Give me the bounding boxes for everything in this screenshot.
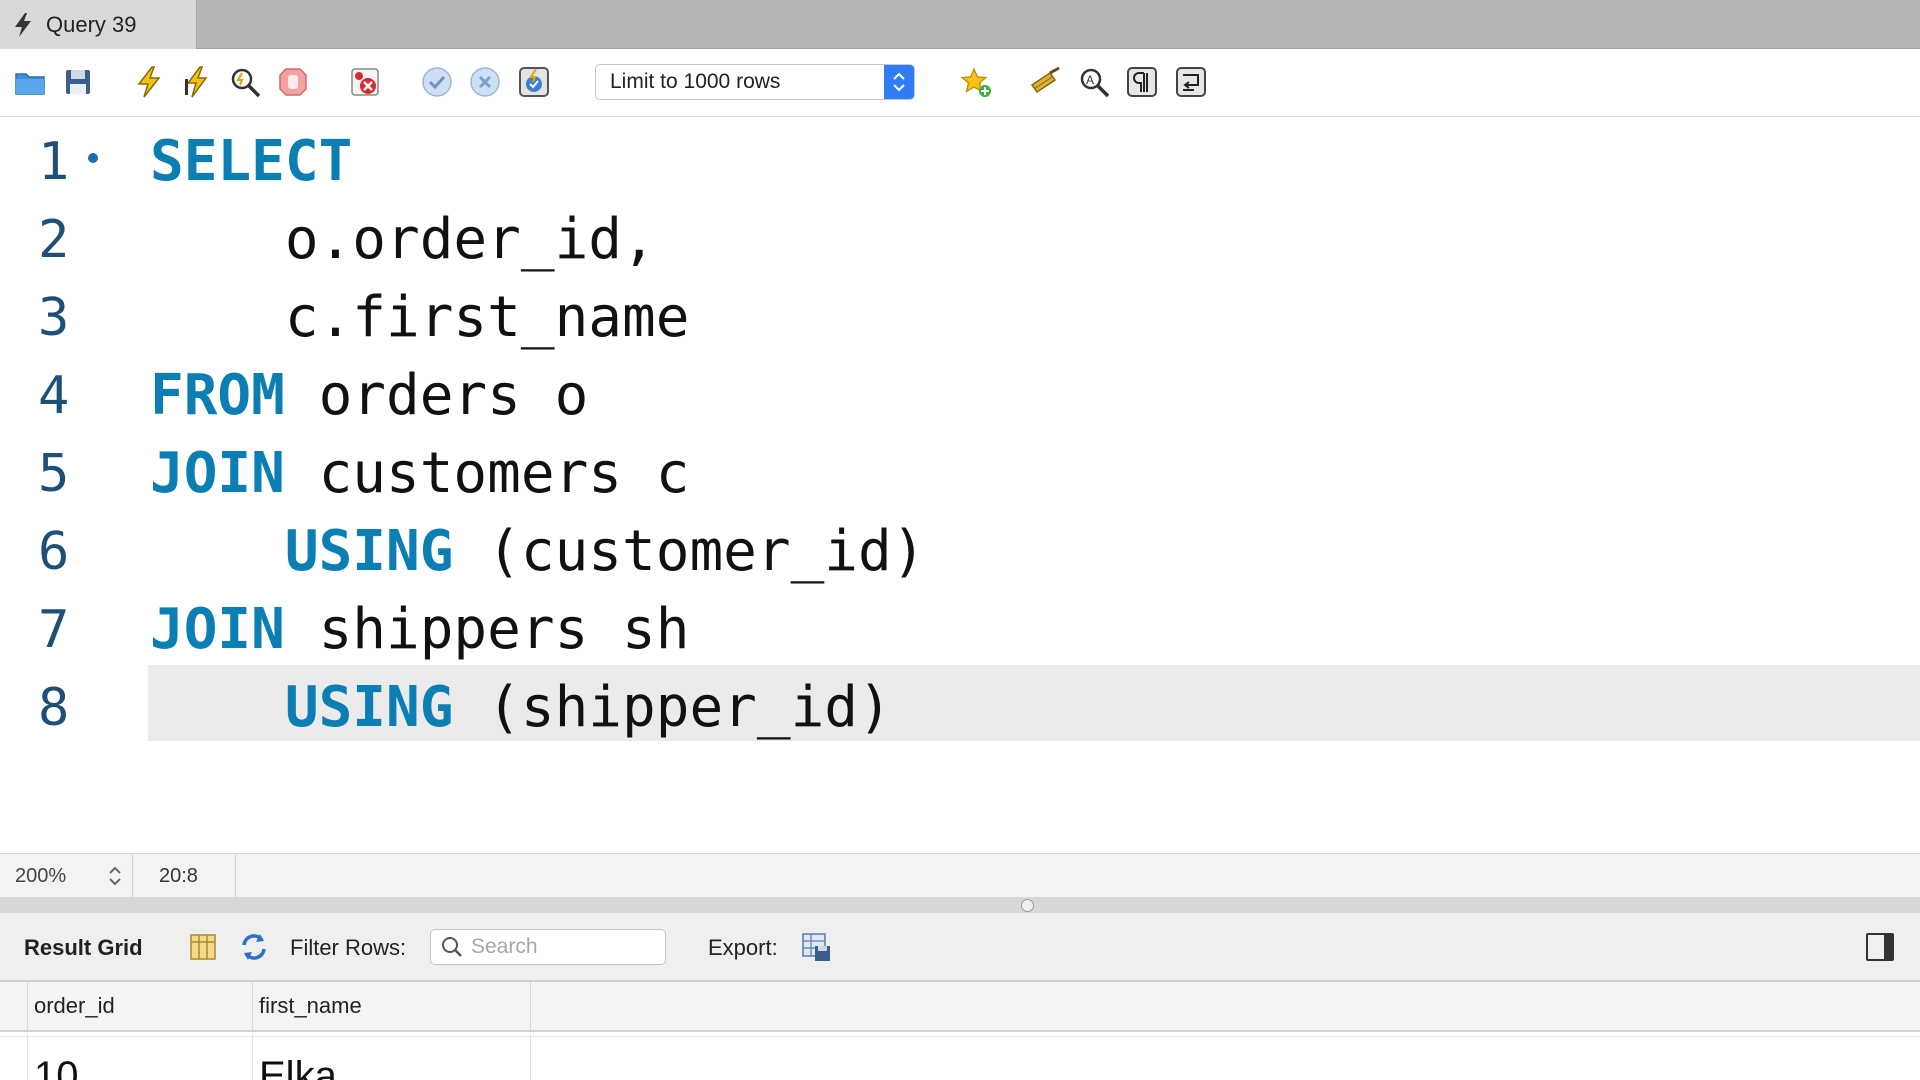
code-line-5[interactable]: JOIN customers c (150, 435, 689, 513)
execute-current-icon[interactable] (178, 64, 214, 100)
cell-first-name-value: Elka (259, 1054, 337, 1080)
select-stepper-icon (884, 65, 914, 99)
add-snippet-star-icon[interactable] (958, 64, 994, 100)
splitter-handle[interactable] (1021, 899, 1034, 912)
cell-first-name[interactable]: Elka (253, 1034, 531, 1080)
limit-rows-select[interactable]: Limit to 1000 rows (595, 64, 915, 100)
sql-keyword: JOIN (150, 441, 285, 506)
panel-splitter[interactable] (0, 897, 1920, 913)
code-line-8[interactable]: USING (shipper_id) (150, 669, 892, 747)
query-tab-label: Query 39 (46, 11, 137, 37)
statement-marker-icon (88, 153, 98, 163)
table-row[interactable]: 10 Elka (0, 1034, 1920, 1080)
lightning-icon (15, 12, 31, 37)
code-text: o.order_id, (150, 207, 656, 272)
code-line-3[interactable]: c.first_name (150, 279, 690, 357)
open-folder-icon[interactable] (12, 64, 48, 100)
sql-keyword: JOIN (150, 597, 285, 662)
cell-order-id-value: 10 (34, 1054, 79, 1080)
filter-search-input[interactable] (471, 935, 661, 959)
column-header-order-id[interactable]: order_id (28, 982, 253, 1030)
code-text: (shipper_id) (453, 675, 892, 740)
filter-search-box[interactable] (430, 929, 666, 965)
explain-magnifier-icon[interactable] (227, 64, 263, 100)
editor-status-bar: 200% 20:8 (0, 853, 1920, 898)
export-table-icon[interactable] (800, 931, 832, 963)
row-gutter (0, 1034, 28, 1080)
result-grid: order_id first_name 10 Elka (0, 982, 1920, 1080)
line-number: 3 (38, 288, 70, 348)
code-text: shippers sh (284, 597, 690, 662)
sql-keyword: USING (284, 675, 454, 740)
find-replace-icon[interactable]: A (1076, 64, 1112, 100)
line-number: 6 (38, 522, 70, 582)
editor-toolbar: Limit to 1000 rows A (0, 50, 1920, 117)
beautify-broom-icon[interactable] (1027, 64, 1063, 100)
save-icon[interactable] (60, 64, 96, 100)
stepper-arrows-icon[interactable] (106, 862, 124, 890)
sql-editor[interactable]: 1 2 3 4 5 6 7 8 SELECT o.order_id, c.fir… (0, 118, 1920, 853)
export-label: Export: (708, 935, 778, 960)
zoom-value: 200% (15, 864, 67, 887)
column-header-first-name[interactable]: first_name (253, 982, 531, 1030)
line-number: 1 (38, 132, 70, 192)
code-line-1[interactable]: SELECT (150, 123, 352, 201)
row-gutter-header (0, 982, 28, 1030)
svg-text:A: A (1086, 73, 1094, 87)
stop-hand-icon[interactable] (275, 64, 311, 100)
side-panel-toggle-icon[interactable] (1866, 933, 1894, 961)
search-icon (442, 937, 462, 957)
grid-header: order_id first_name (0, 982, 1920, 1032)
line-number: 7 (38, 600, 70, 660)
invisible-chars-icon[interactable] (1124, 64, 1160, 100)
sql-keyword: USING (284, 519, 454, 584)
zoom-stepper[interactable]: 200% (0, 854, 133, 898)
code-line-6[interactable]: USING (customer_id) (150, 513, 926, 591)
grid-columns-icon[interactable] (187, 931, 219, 963)
limit-rows-value: Limit to 1000 rows (610, 70, 781, 93)
line-number: 4 (38, 366, 70, 426)
line-number: 2 (38, 210, 70, 270)
filter-rows-label: Filter Rows: (290, 935, 407, 960)
code-text: c.first_name (150, 285, 690, 350)
sql-keyword: SELECT (150, 129, 353, 194)
code-text: (customer_id) (453, 519, 926, 584)
word-wrap-icon[interactable] (1173, 64, 1209, 100)
rollback-x-icon[interactable] (467, 64, 503, 100)
refresh-icon[interactable] (238, 931, 270, 963)
cell-order-id[interactable]: 10 (28, 1034, 253, 1080)
autocommit-toggle-icon[interactable] (516, 64, 552, 100)
code-line-7[interactable]: JOIN shippers sh (150, 591, 689, 669)
cursor-position: 20:8 (134, 854, 236, 898)
sql-keyword: FROM (150, 363, 285, 428)
stop-on-error-icon[interactable] (347, 64, 383, 100)
tab-bar: Query 39 (0, 0, 1920, 49)
commit-check-icon[interactable] (419, 64, 455, 100)
result-toolbar: Result Grid Filter Rows: Export: (0, 913, 1920, 982)
result-grid-title: Result Grid (24, 935, 143, 960)
code-text: customers c (284, 441, 690, 506)
query-tab[interactable]: Query 39 (0, 0, 197, 49)
line-number: 5 (38, 444, 70, 504)
code-line-2[interactable]: o.order_id, (150, 201, 656, 279)
execute-lightning-icon[interactable] (131, 64, 167, 100)
line-number: 8 (38, 678, 70, 738)
code-text: orders o (284, 363, 589, 428)
code-line-4[interactable]: FROM orders o (150, 357, 588, 435)
